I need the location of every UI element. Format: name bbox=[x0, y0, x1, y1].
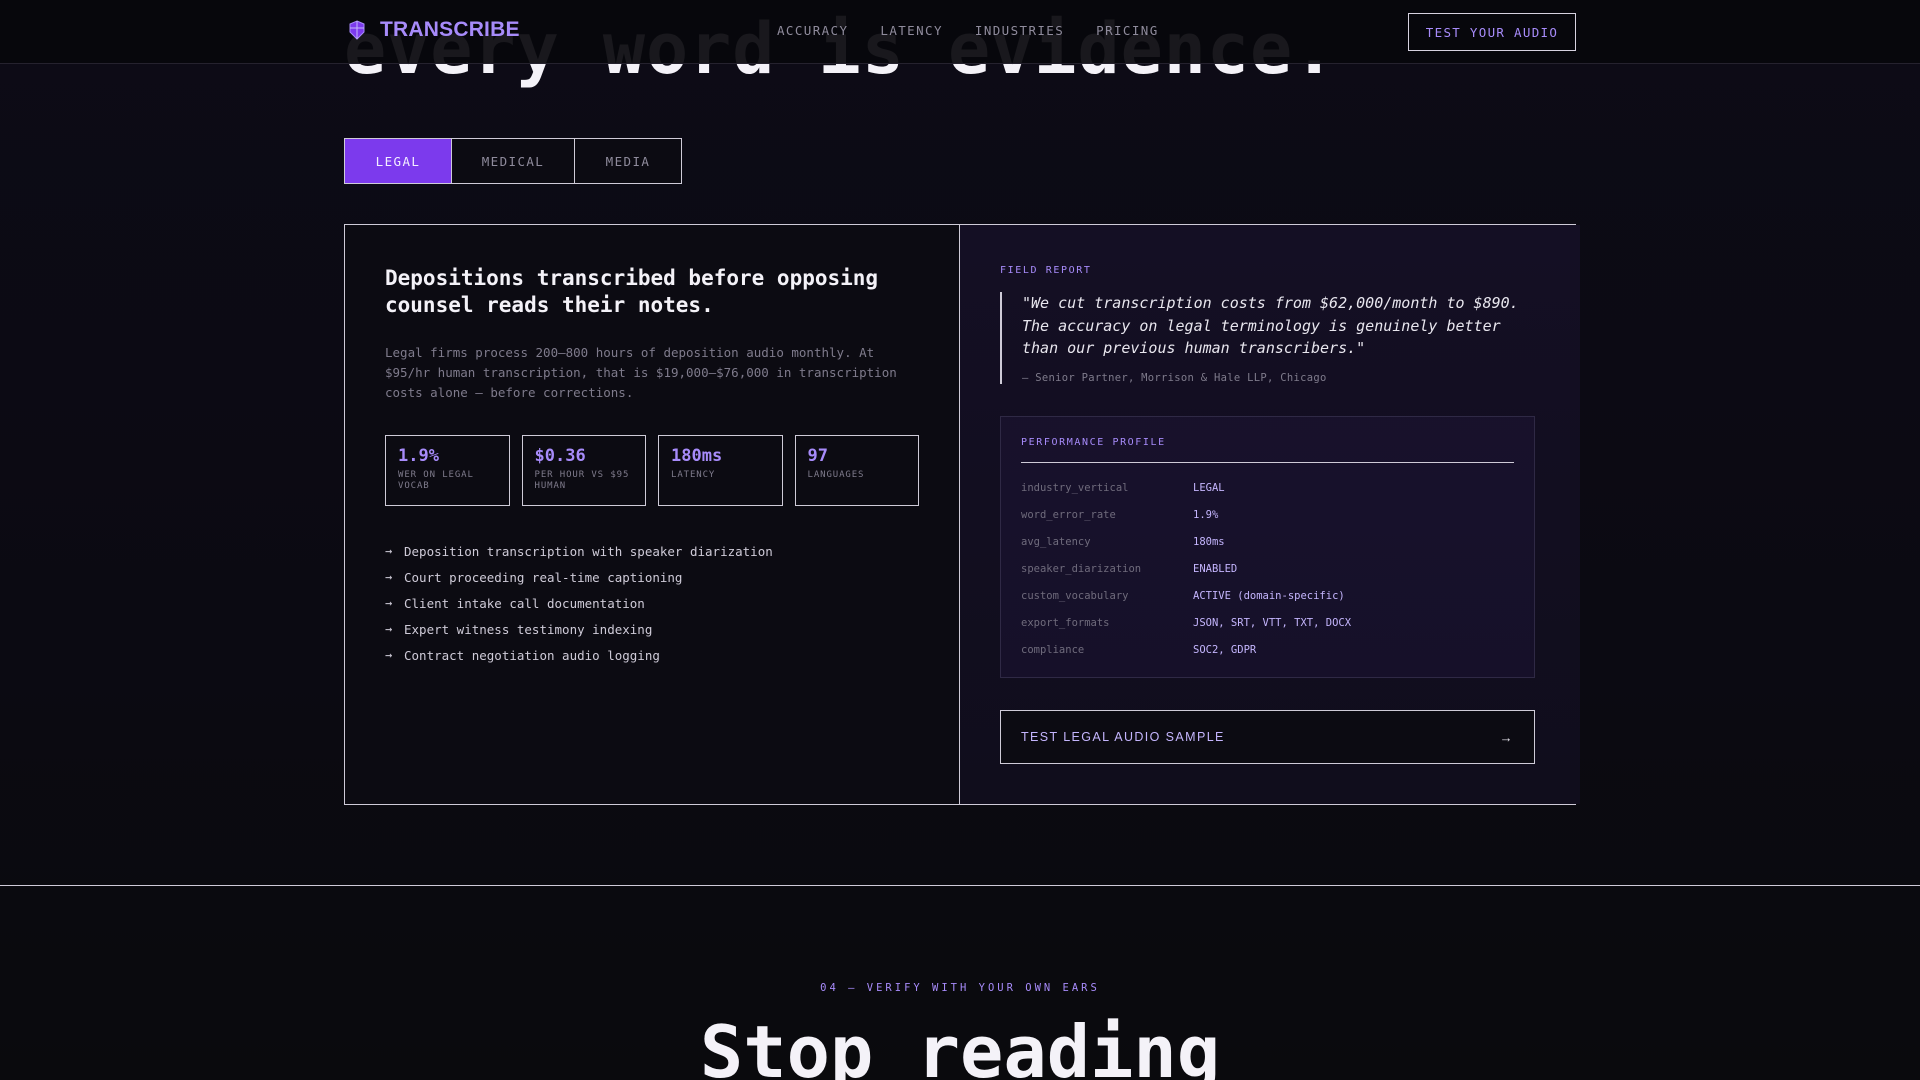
arrow-right-icon: → bbox=[1499, 729, 1514, 745]
tab-legal[interactable]: LEGAL bbox=[345, 139, 452, 183]
quote-text: "We cut transcription costs from $62,000… bbox=[1022, 294, 1519, 357]
profile-key: word_error_rate bbox=[1021, 509, 1116, 521]
use-case-text: Court proceeding real-time captioning bbox=[404, 569, 683, 585]
brand-name: TRANSCRIBE bbox=[380, 18, 520, 41]
test-your-audio-button[interactable]: TEST YOUR AUDIO bbox=[1408, 13, 1576, 51]
section-divider bbox=[0, 885, 1920, 886]
stat-label: LANGUAGES bbox=[807, 470, 865, 480]
list-item: → Expert witness testimony indexing bbox=[385, 616, 919, 642]
stat-value: 1.9% bbox=[398, 446, 439, 466]
arrow-right-icon: → bbox=[385, 570, 393, 584]
nav-link-latency[interactable]: LATENCY bbox=[880, 23, 942, 38]
profile-value: 1.9% bbox=[1193, 509, 1219, 521]
stat-value: $0.36 bbox=[534, 446, 586, 466]
use-case-text: Deposition transcription with speaker di… bbox=[404, 543, 773, 559]
list-item: → Client intake call documentation bbox=[385, 590, 919, 616]
profile-value: ENABLED bbox=[1193, 563, 1238, 575]
stat-cost: $0.36 PER HOUR VS $95 HUMAN bbox=[521, 435, 646, 506]
tab-media[interactable]: MEDIA bbox=[575, 139, 681, 183]
profile-value: JSON, SRT, VTT, TXT, DOCX bbox=[1193, 617, 1352, 629]
field-report-panel: FIELD REPORT "We cut transcription costs… bbox=[960, 225, 1580, 804]
industry-card: Depositions transcribed before opposing … bbox=[344, 224, 1580, 805]
profile-value: SOC2, GDPR bbox=[1193, 644, 1257, 656]
profile-value: ACTIVE (domain-specific) bbox=[1193, 590, 1345, 602]
stat-label: PER HOUR VS $95 HUMAN bbox=[534, 470, 630, 491]
profile-key: custom_vocabulary bbox=[1021, 590, 1129, 602]
table-row: compliance SOC2, GDPR bbox=[1021, 637, 1514, 664]
tab-medical[interactable]: MEDICAL bbox=[452, 139, 575, 183]
field-report-eyebrow: FIELD REPORT bbox=[1000, 265, 1092, 276]
table-row: custom_vocabulary ACTIVE (domain-specifi… bbox=[1021, 583, 1514, 610]
table-row: avg_latency 180ms bbox=[1021, 529, 1514, 556]
brand[interactable]: TRANSCRIBE bbox=[348, 18, 520, 42]
arrow-right-icon: → bbox=[385, 596, 393, 610]
sample-button-label: TEST LEGAL AUDIO SAMPLE bbox=[1021, 730, 1225, 744]
stats-row: 1.9% WER ON LEGAL VOCAB $0.36 PER HOUR V… bbox=[385, 435, 919, 506]
use-case-text: Contract negotiation audio logging bbox=[404, 647, 660, 663]
stat-latency: 180ms LATENCY bbox=[658, 435, 783, 506]
nav-links: ACCURACY LATENCY INDUSTRIES PRICING bbox=[777, 23, 1159, 38]
stat-languages: 97 LANGUAGES bbox=[794, 435, 919, 506]
nav-link-pricing[interactable]: PRICING bbox=[1096, 23, 1158, 38]
quote-attribution: — Senior Partner, Morrison & Hale LLP, C… bbox=[1022, 371, 1327, 384]
nav-link-accuracy[interactable]: ACCURACY bbox=[777, 23, 848, 38]
profile-key: industry_vertical bbox=[1021, 482, 1129, 494]
profile-value: LEGAL bbox=[1193, 482, 1225, 494]
table-row: industry_vertical LEGAL bbox=[1021, 475, 1514, 502]
test-legal-audio-sample-button[interactable]: TEST LEGAL AUDIO SAMPLE → bbox=[1000, 710, 1535, 764]
performance-profile-title: PERFORMANCE PROFILE bbox=[1021, 437, 1514, 463]
use-case-list: → Deposition transcription with speaker … bbox=[385, 538, 919, 668]
performance-profile: PERFORMANCE PROFILE industry_vertical LE… bbox=[1000, 415, 1535, 678]
use-case-text: Expert witness testimony indexing bbox=[404, 621, 653, 637]
page: every word is evidence. TRANSCRIBE ACCUR… bbox=[0, 0, 1920, 1080]
stat-wer: 1.9% WER ON LEGAL VOCAB bbox=[385, 435, 510, 506]
nav-link-industries[interactable]: INDUSTRIES bbox=[975, 23, 1064, 38]
list-item: → Deposition transcription with speaker … bbox=[385, 538, 919, 564]
profile-key: avg_latency bbox=[1021, 536, 1091, 548]
testimonial-quote: "We cut transcription costs from $62,000… bbox=[1000, 292, 1540, 384]
profile-key: speaker_diarization bbox=[1021, 563, 1142, 575]
table-row: speaker_diarization ENABLED bbox=[1021, 556, 1514, 583]
profile-key: export_formats bbox=[1021, 617, 1110, 629]
arrow-right-icon: → bbox=[385, 544, 393, 558]
list-item: → Court proceeding real-time captioning bbox=[385, 564, 919, 590]
section-eyebrow: 04 — VERIFY WITH YOUR OWN EARS bbox=[820, 982, 1100, 994]
top-nav: TRANSCRIBE ACCURACY LATENCY INDUSTRIES P… bbox=[0, 0, 1920, 64]
profile-key: compliance bbox=[1021, 644, 1085, 656]
stat-label: LATENCY bbox=[671, 470, 716, 480]
profile-rows: industry_vertical LEGAL word_error_rate … bbox=[1021, 475, 1514, 664]
stat-value: 97 bbox=[807, 446, 828, 466]
section-title: Stop reading bbox=[699, 1010, 1221, 1080]
industry-description: Legal firms process 200–800 hours of dep… bbox=[385, 345, 897, 400]
list-item: → Contract negotiation audio logging bbox=[385, 642, 919, 668]
arrow-right-icon: → bbox=[385, 622, 393, 636]
profile-value: 180ms bbox=[1193, 536, 1225, 548]
use-case-text: Client intake call documentation bbox=[404, 595, 645, 611]
table-row: word_error_rate 1.9% bbox=[1021, 502, 1514, 529]
stat-value: 180ms bbox=[671, 446, 723, 466]
industry-headline: Depositions transcribed before opposing … bbox=[385, 266, 879, 317]
table-row: export_formats JSON, SRT, VTT, TXT, DOCX bbox=[1021, 610, 1514, 637]
industry-tabs: LEGAL MEDICAL MEDIA bbox=[344, 138, 682, 184]
stat-label: WER ON LEGAL VOCAB bbox=[398, 470, 474, 491]
shield-logo-icon bbox=[349, 20, 365, 40]
arrow-right-icon: → bbox=[385, 648, 393, 662]
industry-overview: Depositions transcribed before opposing … bbox=[345, 225, 960, 804]
